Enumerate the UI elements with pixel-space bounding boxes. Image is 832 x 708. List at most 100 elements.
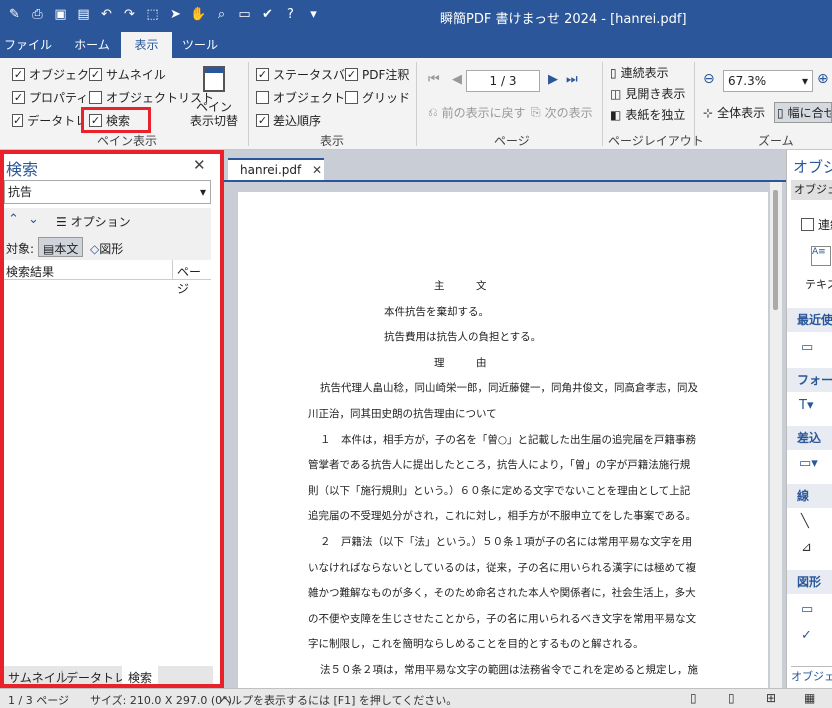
field-icon[interactable]: ▭ (801, 340, 813, 355)
form-field-icon[interactable]: T▾ (799, 398, 813, 413)
checkbox-statusbar[interactable]: ✓ ステータスバー (256, 66, 357, 83)
tab-search[interactable]: 検索 (122, 666, 159, 686)
section-form[interactable]: フォーム (787, 368, 832, 392)
search-checkbox-highlight (81, 107, 151, 133)
target-shape-button[interactable]: ◇図形 (90, 240, 123, 257)
page-number-input[interactable]: 1 / 3 (466, 70, 540, 92)
grid-icon[interactable]: ▦ (804, 691, 815, 705)
rectangle-icon[interactable]: ▭ (236, 6, 253, 23)
redo-icon[interactable]: ↷ (121, 6, 138, 23)
doc-line: 字に制限し，これを簡明ならしめることを目的とするものと解される。 (308, 638, 644, 650)
object-bottom-tab[interactable]: オブジェク (791, 666, 832, 686)
next-view-icon: ⎘ (531, 105, 541, 119)
search-next-icon[interactable]: ⌄ (28, 212, 39, 227)
fit-width-button[interactable]: ▯ 幅に合せ (774, 102, 832, 123)
undo-icon[interactable]: ↶ (98, 6, 115, 23)
customize-dropdown-icon[interactable]: ▾ (305, 6, 322, 23)
left-pane-tabs: サムネイル | データトレー 検索 (4, 666, 213, 686)
zoom-out-icon[interactable]: ⊖ (703, 71, 715, 87)
save-icon[interactable]: ▣ (52, 6, 69, 23)
rectangle-icon[interactable]: ▭ (801, 602, 813, 617)
close-icon[interactable]: ✕ (312, 163, 322, 177)
tab-file[interactable]: ファイル (0, 32, 56, 58)
section-line[interactable]: 線 (787, 484, 832, 508)
pane-toggle-button[interactable]: ペイン 表示切替 (186, 100, 242, 128)
doc-line: 管掌者である抗告人に提出したところ，抗告人により，「曽」の字が戸籍法施行規 (308, 459, 691, 471)
status-bar: 1 / 3 ページ サイズ: 210.0 X 297.0 (0°) ヘルプを表示… (0, 688, 832, 708)
page-export-icon[interactable]: ▯ (728, 691, 735, 705)
zoom-select[interactable]: 67.3% ▾ (723, 70, 813, 92)
text-tool-icon[interactable]: A≡ (811, 246, 831, 266)
target-label: 対象: (6, 242, 35, 256)
hand-tool-icon[interactable]: ✋ (190, 6, 207, 23)
document-tab[interactable]: hanrei.pdf ✕ (228, 158, 324, 180)
checkbox-pdf-annotation[interactable]: ✓ PDF注釈 (345, 66, 409, 83)
document-icon: ▤ (43, 242, 55, 256)
spread-view-button[interactable]: ◫ 見開き表示 (610, 85, 685, 102)
checkbox-continuous[interactable]: 連続 (801, 216, 832, 233)
fit-all-button[interactable]: ⊹ 全体表示 (703, 104, 765, 121)
section-insert[interactable]: 差込 (787, 426, 832, 450)
next-view-button[interactable]: ⎘ 次の表示 (531, 104, 593, 121)
save-as-icon[interactable]: ▤ (75, 6, 92, 23)
target-text-button[interactable]: ▤本文 (38, 237, 84, 257)
tab-view[interactable]: 表示 (121, 32, 172, 58)
tab-tools[interactable]: ツール (176, 32, 224, 58)
checkbox-checked-icon: ✓ (89, 68, 102, 81)
checkbox-datatray-pane[interactable]: ✓データトレー (12, 112, 84, 129)
next-page-icon[interactable]: ▶ (548, 72, 558, 87)
zoom-in-icon[interactable]: ⊕ (817, 71, 829, 87)
help-icon[interactable]: ? (282, 6, 299, 23)
search-input[interactable]: 抗告 ▾ (4, 180, 211, 204)
page-fit-icon[interactable]: ▯ (690, 691, 697, 705)
object-subtab[interactable]: オブジェク (791, 180, 832, 200)
prev-view-button[interactable]: ⎌ 前の表示に戻す (428, 104, 526, 121)
tab-divider: | (60, 669, 65, 683)
search-target-bar: 対象: ▤本文 ◇図形 (4, 234, 211, 260)
checkbox-object-pane[interactable]: ✓ オブジェクト (12, 66, 101, 83)
close-icon[interactable]: ✕ (193, 156, 206, 174)
options-button[interactable]: ☰ オプション (56, 213, 131, 230)
status-size: サイズ: 210.0 X 297.0 (0°) (90, 694, 232, 707)
column-divider (172, 260, 173, 280)
polyline-icon[interactable]: ⊿ (801, 540, 812, 555)
checkbox-insert-order[interactable]: ✓ 差込順序 (256, 112, 321, 129)
cover-separate-button[interactable]: ◧ 表紙を独立 (610, 106, 685, 123)
zoom-tool-icon[interactable]: ⌕ (213, 6, 230, 23)
group-label-layout: ページレイアウト (608, 134, 704, 148)
continuous-view-button[interactable]: ▯ 連続表示 (610, 64, 669, 81)
print-icon[interactable]: ⎙ (29, 6, 46, 23)
line-icon[interactable]: ╲ (801, 514, 809, 529)
status-help: ヘルプを表示するには [F1] を押してください。 (220, 694, 458, 707)
cover-icon: ◧ (610, 107, 622, 122)
select-tool-icon[interactable]: ⬚ (144, 6, 161, 23)
quick-access-toolbar: ✎ ⎙ ▣ ▤ ↶ ↷ ⬚ ➤ ✋ ⌕ ▭ ✔ ? ▾ (6, 6, 322, 23)
search-prev-icon[interactable]: ⌃ (8, 212, 19, 227)
pdf-page[interactable]: 主 文 本件抗告を棄却する。 抗告費用は抗告人の負担とする。 理 由 抗告代理人… (238, 192, 768, 688)
pointer-icon[interactable]: ➤ (167, 6, 184, 23)
tab-thumbnail[interactable]: サムネイル (8, 669, 68, 686)
group-label-pane: ペイン表示 (97, 134, 158, 148)
tab-home[interactable]: ホーム (64, 32, 120, 58)
checkbox-property-pane[interactable]: ✓ プロパティ (12, 89, 88, 106)
vertical-scrollbar[interactable] (770, 182, 782, 688)
title-bar: ✎ ⎙ ▣ ▤ ↶ ↷ ⬚ ➤ ✋ ⌕ ▭ ✔ ? ▾ 瞬簡PDF 書けまっせ … (0, 0, 832, 32)
section-shape[interactable]: 図形 (787, 570, 832, 594)
checkbox-thumbnail-pane[interactable]: ✓ サムネイル (89, 66, 166, 83)
last-page-icon[interactable]: ⏭ (566, 72, 578, 87)
prev-page-icon[interactable]: ◀ (452, 72, 462, 87)
checkbox-grid[interactable]: グリッド (345, 89, 410, 106)
checkmark-icon[interactable]: ✓ (801, 628, 812, 643)
pane-toggle-icon (203, 66, 225, 92)
split-view-icon[interactable]: ⊞ (766, 691, 776, 705)
insert-field-icon[interactable]: ▭▾ (799, 456, 818, 471)
scrollbar-thumb[interactable] (773, 190, 778, 310)
checkbox-unchecked-icon (256, 91, 269, 104)
checkbox-object-name[interactable]: オブジェクト名 (256, 89, 357, 106)
search-toolbar: ⌃ ⌄ ☰ オプション (4, 208, 211, 234)
continuous-icon: ▯ (610, 65, 617, 80)
fit-all-icon: ⊹ (703, 105, 714, 120)
first-page-icon[interactable]: ⏮ (428, 72, 440, 87)
section-recent[interactable]: 最近使 (787, 308, 832, 332)
check-icon[interactable]: ✔ (259, 6, 276, 23)
